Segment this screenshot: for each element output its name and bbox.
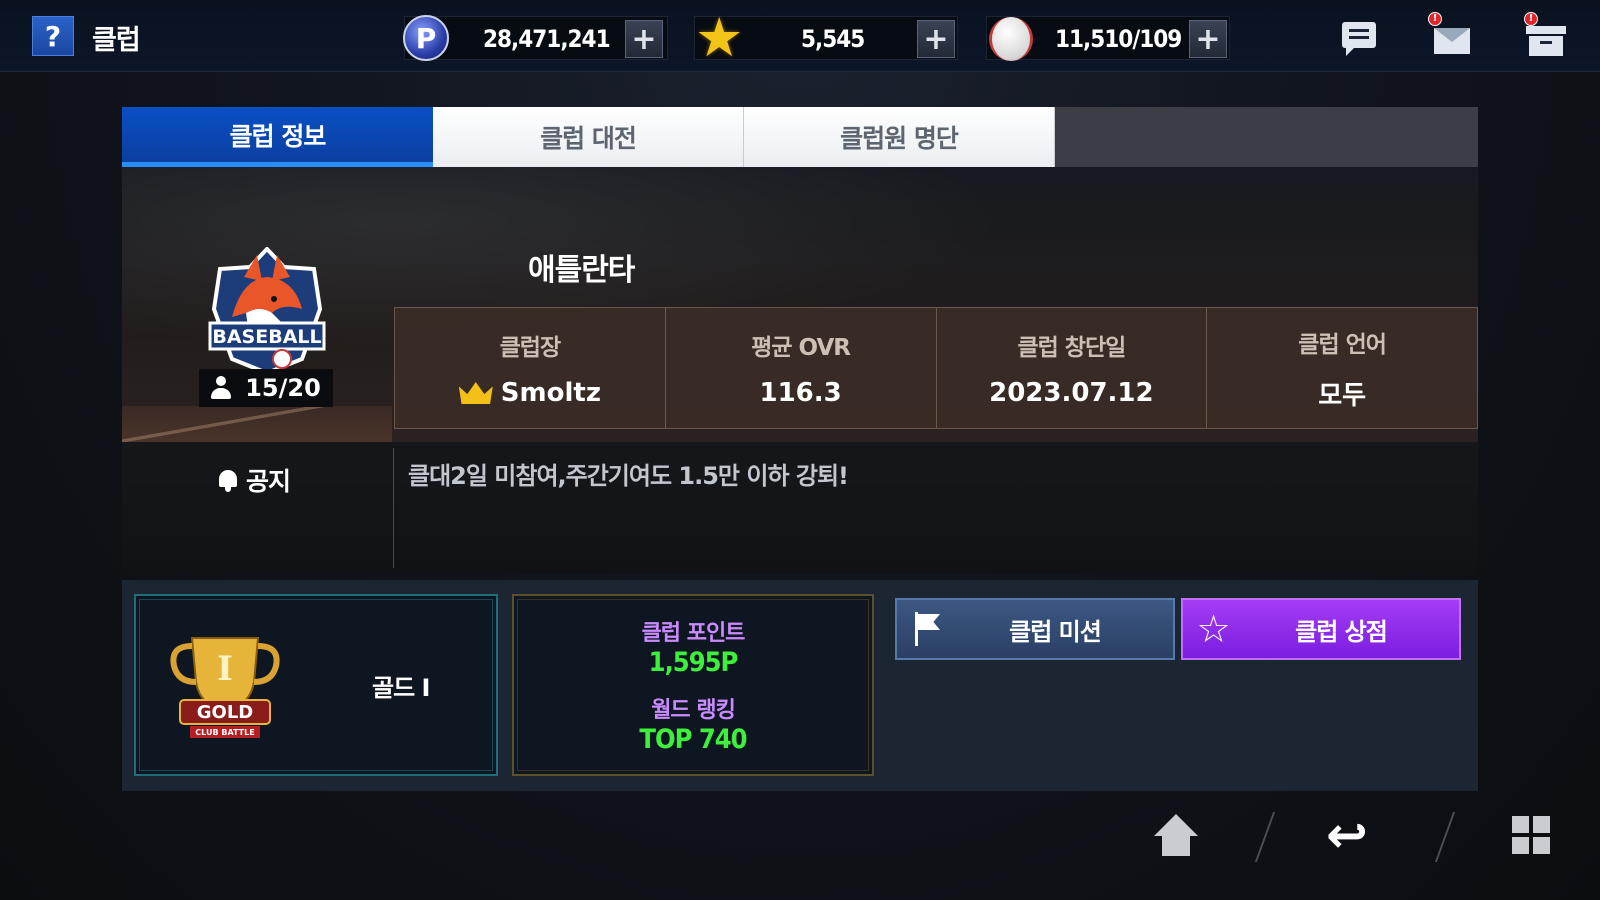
world-rank-value: TOP 740 <box>639 724 747 755</box>
currency-balls: 11,510/109 + <box>986 16 1230 61</box>
top-bar: ? 클럽 P 28,471,241 + ★ 5,545 + 11,510/109… <box>0 0 1600 72</box>
club-points-label: 클럽 포인트 <box>641 621 746 646</box>
notice-panel: 공지 클대2일 미참여,주간기여도 1.5만 이하 강퇴! <box>122 442 1478 574</box>
menu-grid-icon[interactable] <box>1512 816 1550 854</box>
currency-stars: ★ 5,545 + <box>694 11 958 65</box>
add-stars-button[interactable]: + <box>917 20 955 58</box>
club-stats: 클럽장 Smoltz 평균 OVR 116.3 클럽 창단일 2023.07.1… <box>394 307 1478 429</box>
stat-label: 평균 OVR <box>751 335 851 361</box>
tier-box: I GOLD CLUB BATTLE 골드 I <box>134 594 498 776</box>
divider <box>393 448 394 568</box>
flag-icon <box>913 612 941 646</box>
add-points-button[interactable]: + <box>625 20 663 58</box>
stat-value: 2023.07.12 <box>989 378 1154 408</box>
back-icon[interactable]: ↩ <box>1326 810 1368 860</box>
club-mission-button[interactable]: 클럽 미션 <box>895 598 1175 660</box>
club-battle-summary: I GOLD CLUB BATTLE 골드 I 클럽 포인트 1,595P 월드… <box>122 580 1478 791</box>
page-title: 클럽 <box>92 25 141 56</box>
gold-trophy-icon: I GOLD CLUB BATTLE <box>170 637 280 738</box>
notification-badge: ! <box>1524 12 1538 26</box>
field-background <box>122 406 392 442</box>
home-icon[interactable] <box>1154 814 1198 856</box>
stat-value: 116.3 <box>759 378 842 408</box>
stat-language: 클럽 언어 모두 <box>1207 308 1477 428</box>
currency-points: P 28,471,241 + <box>403 15 668 61</box>
stars-value: 5,545 <box>801 25 865 53</box>
stat-label: 클럽장 <box>499 335 561 361</box>
stat-founded-date: 클럽 창단일 2023.07.12 <box>937 308 1208 428</box>
trophy-subtext: CLUB BATTLE <box>195 728 254 737</box>
trophy-numeral: I <box>217 649 233 689</box>
notice-text: 클대2일 미참여,주간기여도 1.5만 이하 강퇴! <box>408 462 849 490</box>
storage-box-icon[interactable]: ! <box>1524 12 1566 56</box>
p-coin-icon: P <box>403 15 449 61</box>
chat-icon[interactable] <box>1340 18 1380 56</box>
help-button[interactable]: ? <box>32 16 74 56</box>
world-rank-label: 월드 랭킹 <box>651 698 736 723</box>
club-info-panel: BASEBALL 15/20 애틀란타 클럽장 Smoltz 평균 OVR 11… <box>122 167 1478 442</box>
club-shop-button[interactable]: ☆ 클럽 상점 <box>1181 598 1461 660</box>
club-mission-label: 클럽 미션 <box>1009 617 1102 646</box>
crown-icon <box>459 382 493 404</box>
tier-name: 골드 I <box>372 674 430 702</box>
stat-label: 클럽 창단일 <box>1017 335 1126 361</box>
baseball-icon <box>989 17 1033 61</box>
tab-club-members[interactable]: 클럽원 명단 <box>744 107 1055 167</box>
club-shop-label: 클럽 상점 <box>1295 617 1388 646</box>
notice-label-text: 공지 <box>246 467 291 496</box>
add-balls-button[interactable]: + <box>1189 20 1227 58</box>
mail-icon[interactable]: ! <box>1428 12 1472 56</box>
trophy-text: GOLD <box>197 702 254 723</box>
points-value: 28,471,241 <box>483 25 611 53</box>
tab-club-battle[interactable]: 클럽 대전 <box>433 107 744 167</box>
emblem-text: BASEBALL <box>212 326 321 348</box>
club-points-value: 1,595P <box>648 647 739 678</box>
star-outline-icon: ☆ <box>1196 607 1230 651</box>
stat-average-ovr: 평균 OVR 116.3 <box>666 308 937 428</box>
leader-name: Smoltz <box>500 378 601 408</box>
stat-label: 클럽 언어 <box>1298 331 1387 358</box>
club-emblem: BASEBALL <box>208 247 326 376</box>
star-icon: ★ <box>695 6 744 69</box>
stat-value: 모두 <box>1318 380 1367 411</box>
tab-bar: 클럽 정보 클럽 대전 클럽원 명단 <box>122 107 1478 167</box>
club-name: 애틀란타 <box>528 253 635 288</box>
notification-badge: ! <box>1428 12 1442 26</box>
bell-icon <box>218 468 238 492</box>
member-count: 15/20 <box>199 369 333 407</box>
stat-leader: 클럽장 Smoltz <box>395 308 666 428</box>
person-icon <box>211 376 232 400</box>
nav-separator <box>1254 812 1276 862</box>
balls-value: 11,510/109 <box>1055 25 1182 53</box>
tab-club-info[interactable]: 클럽 정보 <box>122 107 433 167</box>
member-count-value: 15/20 <box>245 374 321 402</box>
nav-separator <box>1434 812 1456 862</box>
notice-label: 공지 <box>218 462 291 498</box>
bottom-nav: ↩ <box>1140 808 1580 872</box>
points-box: 클럽 포인트 1,595P 월드 랭킹 TOP 740 <box>512 594 874 776</box>
